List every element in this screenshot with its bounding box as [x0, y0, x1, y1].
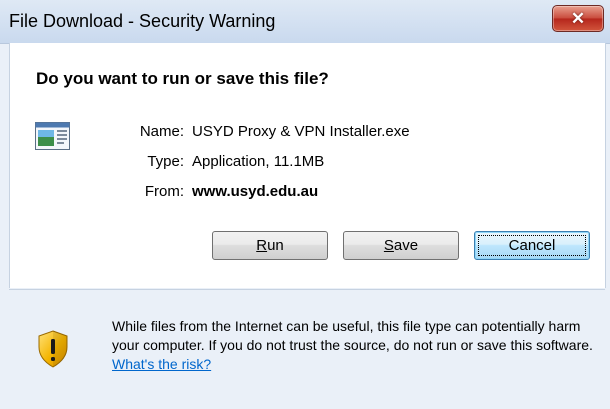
security-shield-icon: [37, 330, 69, 373]
type-label: Type:: [147, 153, 184, 170]
whats-the-risk-link[interactable]: What's the risk?: [112, 356, 211, 372]
save-rest: ave: [393, 237, 419, 254]
save-button[interactable]: Save: [343, 231, 459, 260]
run-mnemonic: R: [256, 237, 268, 254]
name-label: Name:: [139, 123, 184, 140]
from-label: From:: [144, 183, 184, 200]
from-label-row: From:: [10, 183, 184, 203]
close-icon: ✕: [570, 9, 586, 28]
file-name-value: USYD Proxy & VPN Installer.exe: [192, 123, 410, 140]
security-warning-text: While files from the Internet can be use…: [112, 317, 602, 374]
close-button[interactable]: ✕: [552, 5, 604, 32]
save-button-label: Save: [384, 237, 418, 254]
title-bar[interactable]: File Download - Security Warning ✕: [0, 0, 610, 44]
warning-message: While files from the Internet can be use…: [112, 318, 593, 353]
window-title: File Download - Security Warning: [9, 11, 276, 31]
cancel-button-label: Cancel: [508, 237, 556, 254]
run-rest: un: [267, 237, 284, 254]
dialog-question: Do you want to run or save this file?: [36, 69, 329, 88]
run-button-label: Run: [256, 237, 284, 254]
run-button[interactable]: Run: [212, 231, 328, 260]
dialog-content: Do you want to run or save this file? Na…: [9, 43, 606, 288]
cancel-button[interactable]: Cancel: [474, 231, 590, 260]
file-download-dialog: File Download - Security Warning ✕ Do yo…: [0, 0, 610, 409]
security-footer: While files from the Internet can be use…: [9, 290, 605, 409]
save-mnemonic: S: [383, 237, 394, 254]
file-source-value: www.usyd.edu.au: [192, 183, 319, 200]
name-label-row: Name:: [10, 123, 184, 143]
type-label-row: Type:: [10, 153, 184, 173]
file-type-value: Application, 11.1MB: [192, 153, 325, 170]
